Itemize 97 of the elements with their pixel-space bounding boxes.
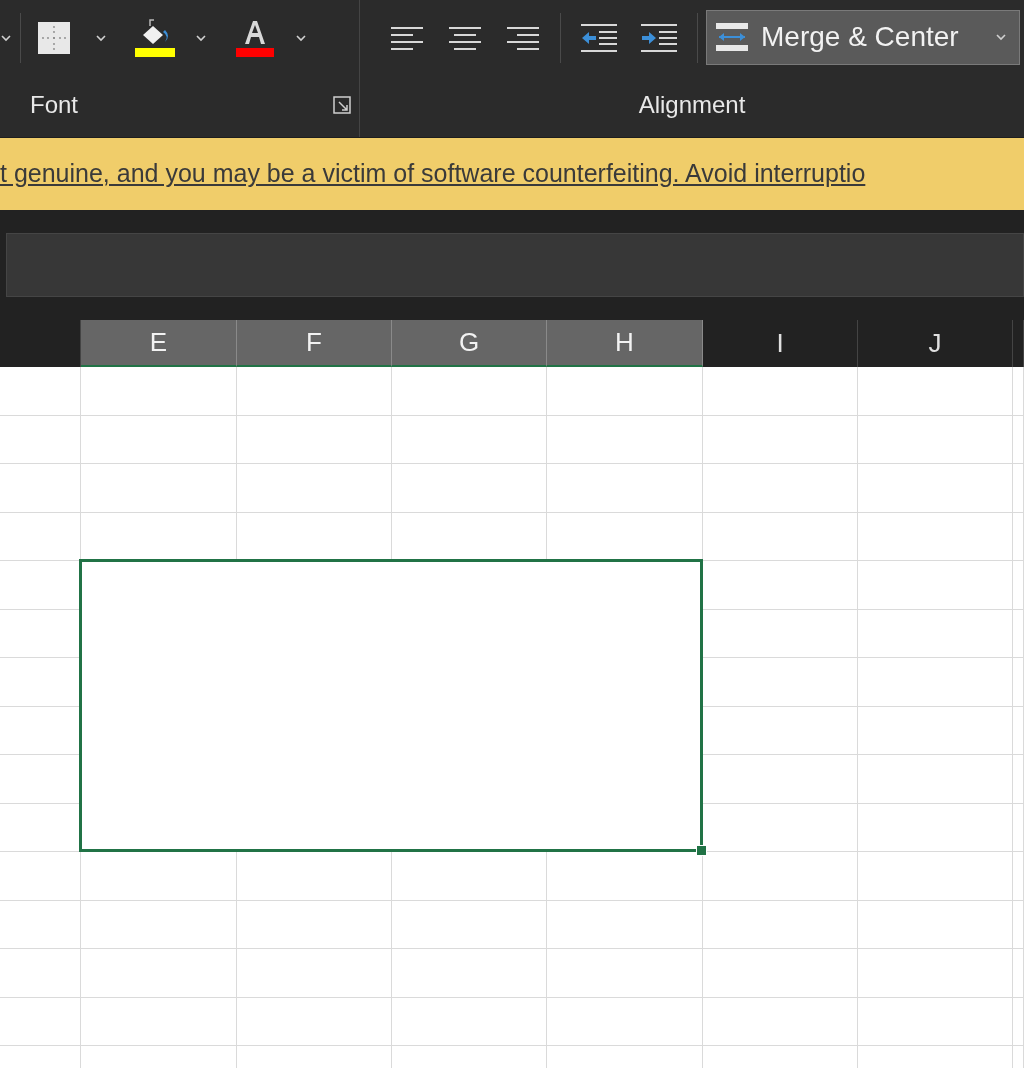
worksheet-cell[interactable] <box>0 464 81 513</box>
worksheet-cell[interactable] <box>858 852 1013 901</box>
worksheet-cell[interactable] <box>1013 658 1024 707</box>
worksheet-cell[interactable] <box>81 367 237 416</box>
caret-icon[interactable] <box>995 33 1007 41</box>
worksheet-cell[interactable] <box>237 997 392 1046</box>
worksheet-cell[interactable] <box>237 367 392 416</box>
worksheet-cell[interactable] <box>237 900 392 949</box>
worksheet-cell[interactable] <box>858 803 1013 852</box>
worksheet-cell[interactable] <box>703 561 858 610</box>
worksheet-cell[interactable] <box>1013 464 1024 513</box>
worksheet-cell[interactable] <box>0 997 81 1046</box>
worksheet-cell[interactable] <box>1013 561 1024 610</box>
worksheet-cell[interactable] <box>392 464 547 513</box>
worksheet-cell[interactable] <box>392 367 547 416</box>
worksheet-cell[interactable] <box>392 997 547 1046</box>
caret-icon[interactable] <box>0 34 12 42</box>
worksheet-cell[interactable] <box>703 658 858 707</box>
worksheet-cell[interactable] <box>858 367 1013 416</box>
worksheet-cell[interactable] <box>547 415 703 464</box>
caret-icon[interactable] <box>195 34 207 42</box>
worksheet-cell[interactable] <box>0 949 81 998</box>
worksheet-cell[interactable] <box>1013 900 1024 949</box>
worksheet-cell[interactable] <box>1013 803 1024 852</box>
worksheet-cell[interactable] <box>0 367 81 416</box>
worksheet-cell[interactable] <box>703 949 858 998</box>
worksheet-cell[interactable] <box>392 900 547 949</box>
worksheet-cell[interactable] <box>237 949 392 998</box>
alignment-group-label: Alignment <box>638 89 746 120</box>
worksheet-cell[interactable] <box>392 415 547 464</box>
merge-center-icon <box>715 22 749 52</box>
worksheet-cell[interactable] <box>81 900 237 949</box>
fill-handle[interactable] <box>696 845 707 856</box>
worksheet-cell[interactable] <box>1013 755 1024 804</box>
caret-icon[interactable] <box>95 34 107 42</box>
worksheet-cell[interactable] <box>858 609 1013 658</box>
worksheet-cell[interactable] <box>858 755 1013 804</box>
worksheet-cell[interactable] <box>0 900 81 949</box>
column-header[interactable]: E <box>81 320 237 367</box>
column-header[interactable]: H <box>547 320 703 367</box>
worksheet-cell[interactable] <box>547 949 703 998</box>
worksheet-cell[interactable] <box>703 415 858 464</box>
font-color-icon[interactable] <box>235 18 275 58</box>
worksheet-cell[interactable] <box>703 706 858 755</box>
worksheet-cell[interactable] <box>858 561 1013 610</box>
worksheet-cell[interactable] <box>237 852 392 901</box>
increase-indent-icon[interactable] <box>639 22 679 54</box>
worksheet-cell[interactable] <box>1013 609 1024 658</box>
borders-icon[interactable] <box>37 21 71 55</box>
worksheet-cell[interactable] <box>858 900 1013 949</box>
worksheet-cell[interactable] <box>703 367 858 416</box>
worksheet-cell[interactable] <box>703 755 858 804</box>
column-header[interactable]: F <box>237 320 392 367</box>
worksheet-cell[interactable] <box>1013 415 1024 464</box>
formula-bar[interactable] <box>6 233 1024 297</box>
worksheet-cell[interactable] <box>81 415 237 464</box>
worksheet-cell[interactable] <box>703 900 858 949</box>
worksheet-cell[interactable] <box>0 852 81 901</box>
dialog-launcher-icon[interactable] <box>333 95 351 114</box>
worksheet-cell[interactable] <box>547 464 703 513</box>
worksheet-cell[interactable] <box>703 852 858 901</box>
worksheet-cell[interactable] <box>81 464 237 513</box>
worksheet-cell[interactable] <box>858 464 1013 513</box>
worksheet-cell[interactable] <box>858 415 1013 464</box>
worksheet-cell[interactable] <box>1013 367 1024 416</box>
worksheet-cell[interactable] <box>392 949 547 998</box>
worksheet-cell[interactable] <box>858 658 1013 707</box>
worksheet-cell[interactable] <box>1013 852 1024 901</box>
decrease-indent-icon[interactable] <box>579 22 619 54</box>
worksheet-cell[interactable] <box>81 997 237 1046</box>
worksheet-cell[interactable] <box>1013 949 1024 998</box>
merge-center-button[interactable]: Merge & Center <box>706 9 1020 65</box>
worksheet-cell[interactable] <box>81 852 237 901</box>
font-group-label: Font <box>30 89 79 120</box>
worksheet-cell[interactable] <box>1013 512 1024 561</box>
worksheet-cell[interactable] <box>81 949 237 998</box>
worksheet-cell[interactable] <box>0 512 81 561</box>
worksheet-cell[interactable] <box>1013 997 1024 1046</box>
worksheet-cell[interactable] <box>0 415 81 464</box>
worksheet-cell[interactable] <box>547 997 703 1046</box>
worksheet-cell[interactable] <box>547 367 703 416</box>
worksheet-cell[interactable] <box>237 464 392 513</box>
worksheet-cell[interactable] <box>392 852 547 901</box>
worksheet-cell[interactable] <box>703 609 858 658</box>
worksheet-cell[interactable] <box>1013 706 1024 755</box>
worksheet-cell[interactable] <box>237 415 392 464</box>
worksheet-cell[interactable] <box>547 900 703 949</box>
fill-color-icon[interactable] <box>135 18 175 58</box>
worksheet-cell[interactable] <box>858 949 1013 998</box>
worksheet-cell[interactable] <box>858 997 1013 1046</box>
worksheet-cell[interactable] <box>703 464 858 513</box>
worksheet-cell[interactable] <box>858 512 1013 561</box>
worksheet-cell[interactable] <box>703 512 858 561</box>
caret-icon[interactable] <box>295 34 307 42</box>
worksheet-cell[interactable] <box>858 706 1013 755</box>
column-header[interactable]: G <box>392 320 547 367</box>
worksheet-cell[interactable] <box>703 997 858 1046</box>
